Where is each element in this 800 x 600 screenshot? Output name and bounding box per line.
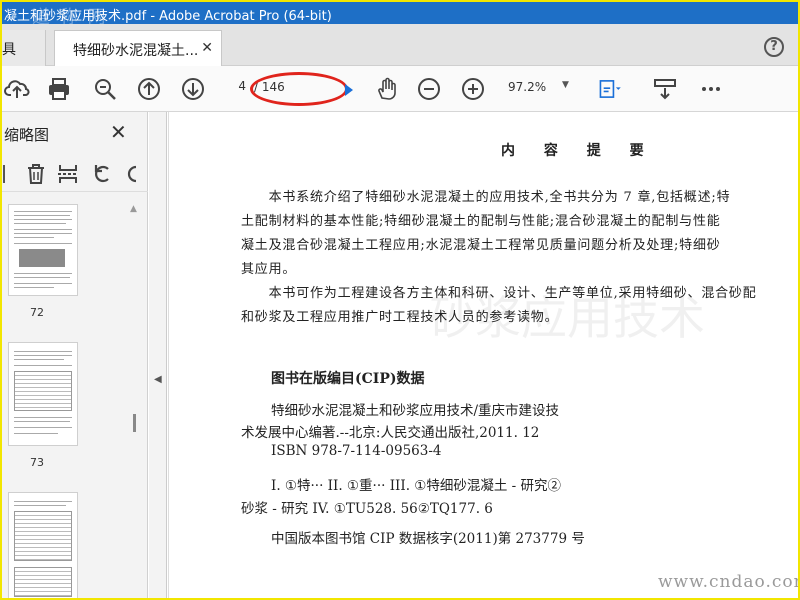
tab-tools[interactable]: 具 [2,30,46,66]
upload-cloud-icon[interactable] [4,76,30,102]
help-icon[interactable]: ? [764,37,784,57]
more-icon[interactable] [698,76,724,102]
summary-line: 本书系统介绍了特细砂水泥混凝土的应用技术,全书共分为 7 章,包括概述;特 [241,190,731,205]
delete-icon[interactable] [24,162,48,186]
tab-document-label: 特细砂水泥混凝土... [73,43,199,59]
highlight-ellipse [250,72,348,106]
thumbnail-page-74[interactable] [8,492,78,598]
tab-document[interactable]: 特细砂水泥混凝土... ✕ [54,30,222,66]
zoom-level[interactable]: 97.2% [508,80,546,94]
cip-line: I. ①特··· II. ①重··· III. ①特细砂混凝土 - 研究② [271,478,562,494]
document-view[interactable]: 砂浆应用技术 内 容 提 要 本书系统介绍了特细砂水泥混凝土的应用技术,全书共分… [168,112,798,598]
close-panel-icon[interactable]: ✕ [110,120,127,144]
scroll-up-icon[interactable]: ▲ [130,204,137,214]
print-icon[interactable] [46,76,72,102]
pdf-page: 砂浆应用技术 内 容 提 要 本书系统介绍了特细砂水泥混凝土的应用技术,全书共分… [168,112,798,598]
page-up-icon[interactable] [136,76,162,102]
thumbnail-label: 73 [30,456,44,469]
zoom-dropdown-icon[interactable]: ▼ [562,80,569,90]
summary-line: 凝土及混合砂混凝土工程应用;水泥混凝土工程常见质量问题分析及处理;特细砂 [241,238,721,253]
page-down-icon[interactable] [180,76,206,102]
scrollbar-thumb[interactable] [133,414,136,432]
collapse-arrow-icon: ◀ [154,374,162,385]
app-window: 凝土和砂浆应用技术.pdf - Adobe Acrobat Pro (64-bi… [2,2,798,598]
thumbnail-list: 72 73 [2,194,128,598]
site-watermark: www.cndao.com [658,572,798,592]
page-number-input[interactable]: 4 [224,79,246,99]
thumbnail-page-73[interactable] [8,342,78,446]
cip-line: 特细砂水泥混凝土和砂浆应用技术/重庆市建设技 [271,403,560,419]
cip-line: 砂浆 - 研究 IV. ①TU528. 56②TQ177. 6 [241,501,493,517]
panel-toolbar [2,156,148,192]
thumbnail-scrollbar[interactable]: ▲ [129,204,141,598]
cip-line: 中国版本图书馆 CIP 数据核字(2011)第 273779 号 [271,531,585,547]
page-heading: 内 容 提 要 [501,143,656,159]
fit-page-icon[interactable] [598,76,630,102]
thumbnail-page-72[interactable] [8,204,78,296]
panel-title: 缩略图 [4,126,50,144]
panel-collapse-handle[interactable]: ◀ [149,112,167,598]
summary-line: 其应用。 [241,262,297,277]
extract-pages-icon[interactable] [56,162,80,186]
cursor-pointer-icon [336,76,353,102]
hand-tool-icon[interactable] [374,76,400,102]
toolbar: 4 / 146 97.2% ▼ [2,66,798,112]
thumbnails-panel: 缩略图 ✕ 72 73 ▲ [2,112,148,598]
tab-bar: 具 特细砂水泥混凝土... ✕ ? [2,24,798,66]
zoom-out-icon[interactable] [416,76,442,102]
summary-line: 和砂浆及工程应用推广时工程技术人员的参考读物。 [241,310,559,325]
cip-heading: 图书在版编目(CIP)数据 [271,371,425,387]
zoom-in-icon[interactable] [460,76,486,102]
rotate-left-icon[interactable] [90,162,114,186]
scroll-mode-icon[interactable] [652,76,678,102]
cip-line: ISBN 978-7-114-09563-4 [271,443,442,459]
tab-tools-label: 具 [2,42,16,58]
summary-line: 本书可作为工程建设各方主体和科研、设计、生产等单位,采用特细砂、混合砂配 [241,286,757,301]
thumbnail-label: 72 [30,306,44,319]
close-tab-icon[interactable]: ✕ [201,40,213,56]
summary-line: 土配制材料的基本性能;特细砂混凝土的配制与性能;混合砂混凝土的配制与性能 [241,214,721,229]
zoom-search-icon[interactable] [92,76,118,102]
rotate-right-icon[interactable] [122,162,146,186]
cip-line: 术发展中心编著.--北京:人民交通出版社,2011. 12 [241,425,540,441]
title-bar: 凝土和砂浆应用技术.pdf - Adobe Acrobat Pro (64-bi… [2,2,798,28]
